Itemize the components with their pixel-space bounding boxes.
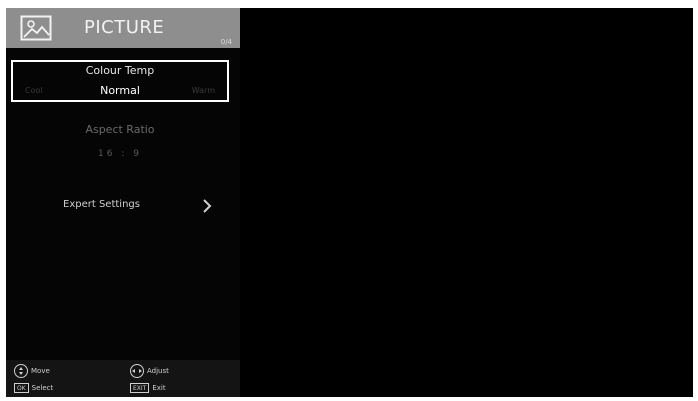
hint-exit-label: Exit <box>152 384 166 392</box>
key-hints-footer: Move Adjust OK Select EXIT Exit <box>6 360 240 397</box>
picture-menu-panel: PICTURE 0/4 Colour Temp Cool Normal Warm… <box>6 8 240 397</box>
aspect-ratio-value: 16 : 9 <box>98 149 142 159</box>
menu-header: PICTURE 0/4 <box>6 8 240 48</box>
page-indicator: 0/4 <box>220 38 232 46</box>
hint-exit: EXIT Exit <box>130 381 166 395</box>
hint-adjust-label: Adjust <box>147 367 169 375</box>
exit-key-icon: EXIT <box>130 383 150 393</box>
menu-item-expert-settings[interactable]: Expert Settings <box>11 194 229 218</box>
hint-move-label: Move <box>31 367 50 375</box>
hint-select-label: Select <box>31 384 54 392</box>
hint-move: Move <box>14 364 50 378</box>
ok-key-icon: OK <box>14 383 29 393</box>
tv-screen: PICTURE 0/4 Colour Temp Cool Normal Warm… <box>6 8 693 397</box>
aspect-ratio-label: Aspect Ratio <box>85 123 155 136</box>
menu-item-colour-temp[interactable]: Colour Temp Cool Normal Warm <box>11 60 229 102</box>
colour-temp-label: Colour Temp <box>85 64 155 77</box>
dpad-leftright-icon <box>130 364 144 378</box>
chevron-right-icon <box>203 199 212 213</box>
hint-select: OK Select <box>14 381 53 395</box>
colour-temp-max-hint: Warm <box>191 86 215 95</box>
hint-adjust: Adjust <box>130 364 169 378</box>
menu-title: PICTURE <box>84 17 165 38</box>
picture-icon <box>20 15 52 41</box>
dpad-updown-icon <box>14 364 28 378</box>
menu-item-aspect-ratio: Aspect Ratio 16 : 9 <box>11 121 229 165</box>
expert-settings-label: Expert Settings <box>63 199 140 210</box>
